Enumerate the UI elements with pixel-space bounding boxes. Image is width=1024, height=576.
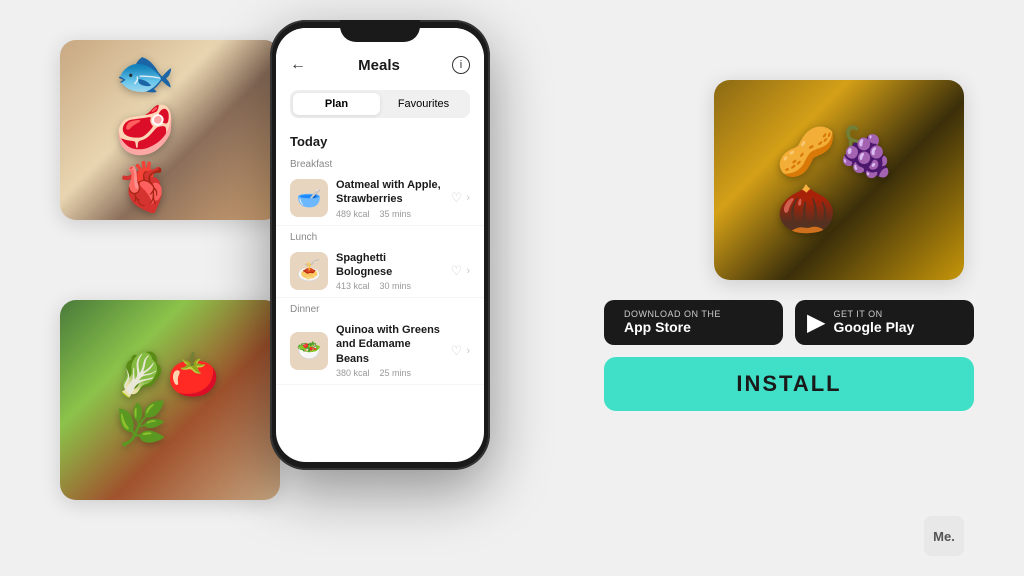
meal-actions: ♡ ›: [451, 190, 470, 206]
me-logo: Me.: [924, 516, 964, 556]
google-play-label: GET IT ON: [833, 309, 914, 319]
food-image-fish: [60, 40, 280, 220]
food-image-vegetables: [60, 300, 280, 500]
category-lunch: Lunch: [276, 226, 484, 245]
phone-screen: ← Meals i Plan Favourites Today Breakfas…: [276, 28, 484, 462]
meal-actions: ♡ ›: [451, 263, 470, 279]
info-button[interactable]: i: [452, 56, 470, 74]
meal-name: Oatmeal with Apple, Strawberries: [336, 178, 443, 207]
phone-notch: [340, 20, 420, 42]
meal-info-spaghetti: Spaghetti Bolognese 413 kcal 30 mins: [328, 251, 451, 292]
app-store-label: Download on the: [624, 309, 721, 319]
google-play-name: Google Play: [833, 319, 914, 336]
tab-plan[interactable]: Plan: [293, 93, 380, 115]
food-image-nuts: [714, 80, 964, 280]
favourite-button[interactable]: ♡: [451, 263, 463, 279]
meal-image-quinoa: 🥗: [290, 332, 328, 370]
tab-bar: Plan Favourites: [290, 90, 470, 118]
category-dinner: Dinner: [276, 298, 484, 317]
google-play-button[interactable]: ▶ GET IT ON Google Play: [795, 300, 974, 345]
meal-image-oatmeal: 🥣: [290, 179, 328, 217]
google-play-icon: ▶: [807, 308, 825, 337]
category-breakfast: Breakfast: [276, 153, 484, 172]
meal-info-quinoa: Quinoa with Greens and Edamame Beans 380…: [328, 323, 451, 378]
meal-actions: ♡ ›: [451, 343, 470, 359]
detail-arrow: ›: [466, 265, 470, 277]
section-today: Today: [276, 126, 484, 153]
meal-meta: 489 kcal 35 mins: [336, 209, 443, 219]
app-store-button[interactable]: Download on the App Store: [604, 300, 783, 345]
meal-name: Quinoa with Greens and Edamame Beans: [336, 323, 443, 366]
favourite-button[interactable]: ♡: [451, 343, 463, 359]
install-button[interactable]: INSTALL: [604, 357, 974, 411]
meal-info-oatmeal: Oatmeal with Apple, Strawberries 489 kca…: [328, 178, 451, 219]
meal-item-oatmeal[interactable]: 🥣 Oatmeal with Apple, Strawberries 489 k…: [276, 172, 484, 226]
favourite-button[interactable]: ♡: [451, 190, 463, 206]
right-panel: Download on the App Store ▶ GET IT ON Go…: [604, 300, 974, 411]
meal-meta: 380 kcal 25 mins: [336, 368, 443, 378]
meal-item-quinoa[interactable]: 🥗 Quinoa with Greens and Edamame Beans 3…: [276, 317, 484, 385]
screen-title: Meals: [358, 57, 400, 74]
store-buttons: Download on the App Store ▶ GET IT ON Go…: [604, 300, 974, 345]
back-button[interactable]: ←: [290, 56, 306, 74]
phone-mockup: ← Meals i Plan Favourites Today Breakfas…: [270, 20, 490, 470]
detail-arrow: ›: [466, 192, 470, 204]
tab-favourites[interactable]: Favourites: [380, 93, 467, 115]
meal-image-spaghetti: 🍝: [290, 252, 328, 290]
app-store-name: App Store: [624, 319, 721, 336]
meal-name: Spaghetti Bolognese: [336, 251, 443, 280]
detail-arrow: ›: [466, 345, 470, 357]
meal-item-spaghetti[interactable]: 🍝 Spaghetti Bolognese 413 kcal 30 mins ♡…: [276, 245, 484, 299]
meal-meta: 413 kcal 30 mins: [336, 281, 443, 291]
